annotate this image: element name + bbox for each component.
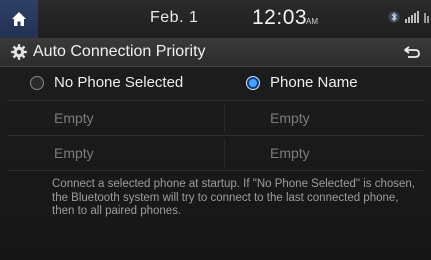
radio-no-phone-selected[interactable] — [30, 76, 44, 90]
option-label-no-phone-selected[interactable]: No Phone Selected — [54, 74, 183, 91]
network-icon — [424, 13, 429, 23]
option-label-phone-name[interactable]: Phone Name — [270, 74, 358, 91]
divider-vertical — [224, 139, 225, 167]
home-button[interactable] — [0, 0, 38, 38]
back-button[interactable] — [401, 42, 423, 62]
gear-icon — [11, 44, 27, 60]
slot-row-2: Empty Empty — [0, 136, 431, 170]
option-row: No Phone Selected Phone Name — [0, 66, 431, 100]
slot-left-2[interactable]: Empty — [54, 145, 94, 161]
status-time: 12:03 — [252, 6, 308, 29]
slot-right-2[interactable]: Empty — [270, 145, 310, 161]
page-title: Auto Connection Priority — [33, 43, 206, 60]
home-icon — [12, 12, 26, 26]
status-bar: Feb. 1 12:03 AM — [0, 0, 431, 38]
divider-vertical — [224, 104, 225, 132]
divider — [8, 170, 423, 171]
slot-left-1[interactable]: Empty — [54, 110, 94, 126]
slot-row-1: Empty Empty — [0, 101, 431, 135]
signal-icon — [405, 11, 419, 23]
slot-right-1[interactable]: Empty — [270, 110, 310, 126]
title-bar: Auto Connection Priority — [0, 38, 431, 67]
status-ampm: AM — [306, 17, 318, 26]
status-date: Feb. 1 — [150, 9, 199, 26]
status-icons — [388, 11, 431, 23]
back-icon — [404, 46, 420, 58]
bluetooth-icon — [388, 11, 400, 23]
description-text: Connect a selected phone at startup. If … — [52, 178, 415, 217]
screen: Feb. 1 12:03 AM Auto Connection Priority… — [0, 0, 431, 260]
radio-phone-name[interactable] — [246, 76, 260, 90]
